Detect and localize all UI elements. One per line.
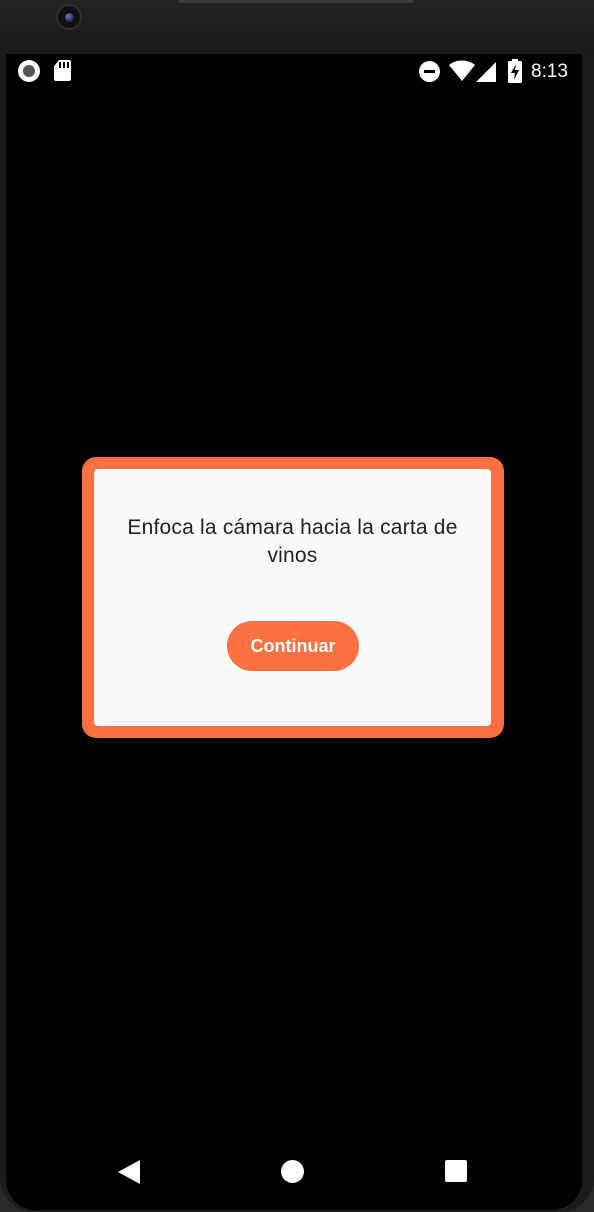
status-time: 8:13	[531, 61, 568, 82]
back-icon[interactable]	[118, 1160, 140, 1184]
do-not-disturb-icon	[419, 61, 440, 82]
dialog-message: Enfoca la cámara hacia la carta de vinos	[127, 516, 458, 567]
battery-charging-icon	[508, 59, 522, 83]
dialog-frame: Enfoca la cámara hacia la carta de vinos…	[82, 457, 504, 738]
status-bar: 8:13	[6, 54, 582, 90]
dialog: Enfoca la cámara hacia la carta de vinos…	[94, 469, 491, 726]
screen-record-icon	[18, 60, 40, 82]
continue-button[interactable]: Continuar	[227, 621, 359, 671]
earpiece-speaker	[178, 0, 414, 3]
cellular-signal-icon	[476, 62, 496, 82]
device-top-bezel	[0, 0, 594, 54]
device-frame: 8:13 Enfoca la cámara hacia la carta de …	[0, 0, 594, 1212]
sd-card-icon	[54, 60, 71, 81]
wifi-icon	[449, 60, 475, 81]
navigation-bar	[6, 1140, 582, 1210]
home-icon[interactable]	[281, 1160, 304, 1183]
recents-icon[interactable]	[445, 1160, 467, 1182]
front-camera-icon	[56, 4, 82, 30]
screen: 8:13 Enfoca la cámara hacia la carta de …	[6, 54, 582, 1210]
